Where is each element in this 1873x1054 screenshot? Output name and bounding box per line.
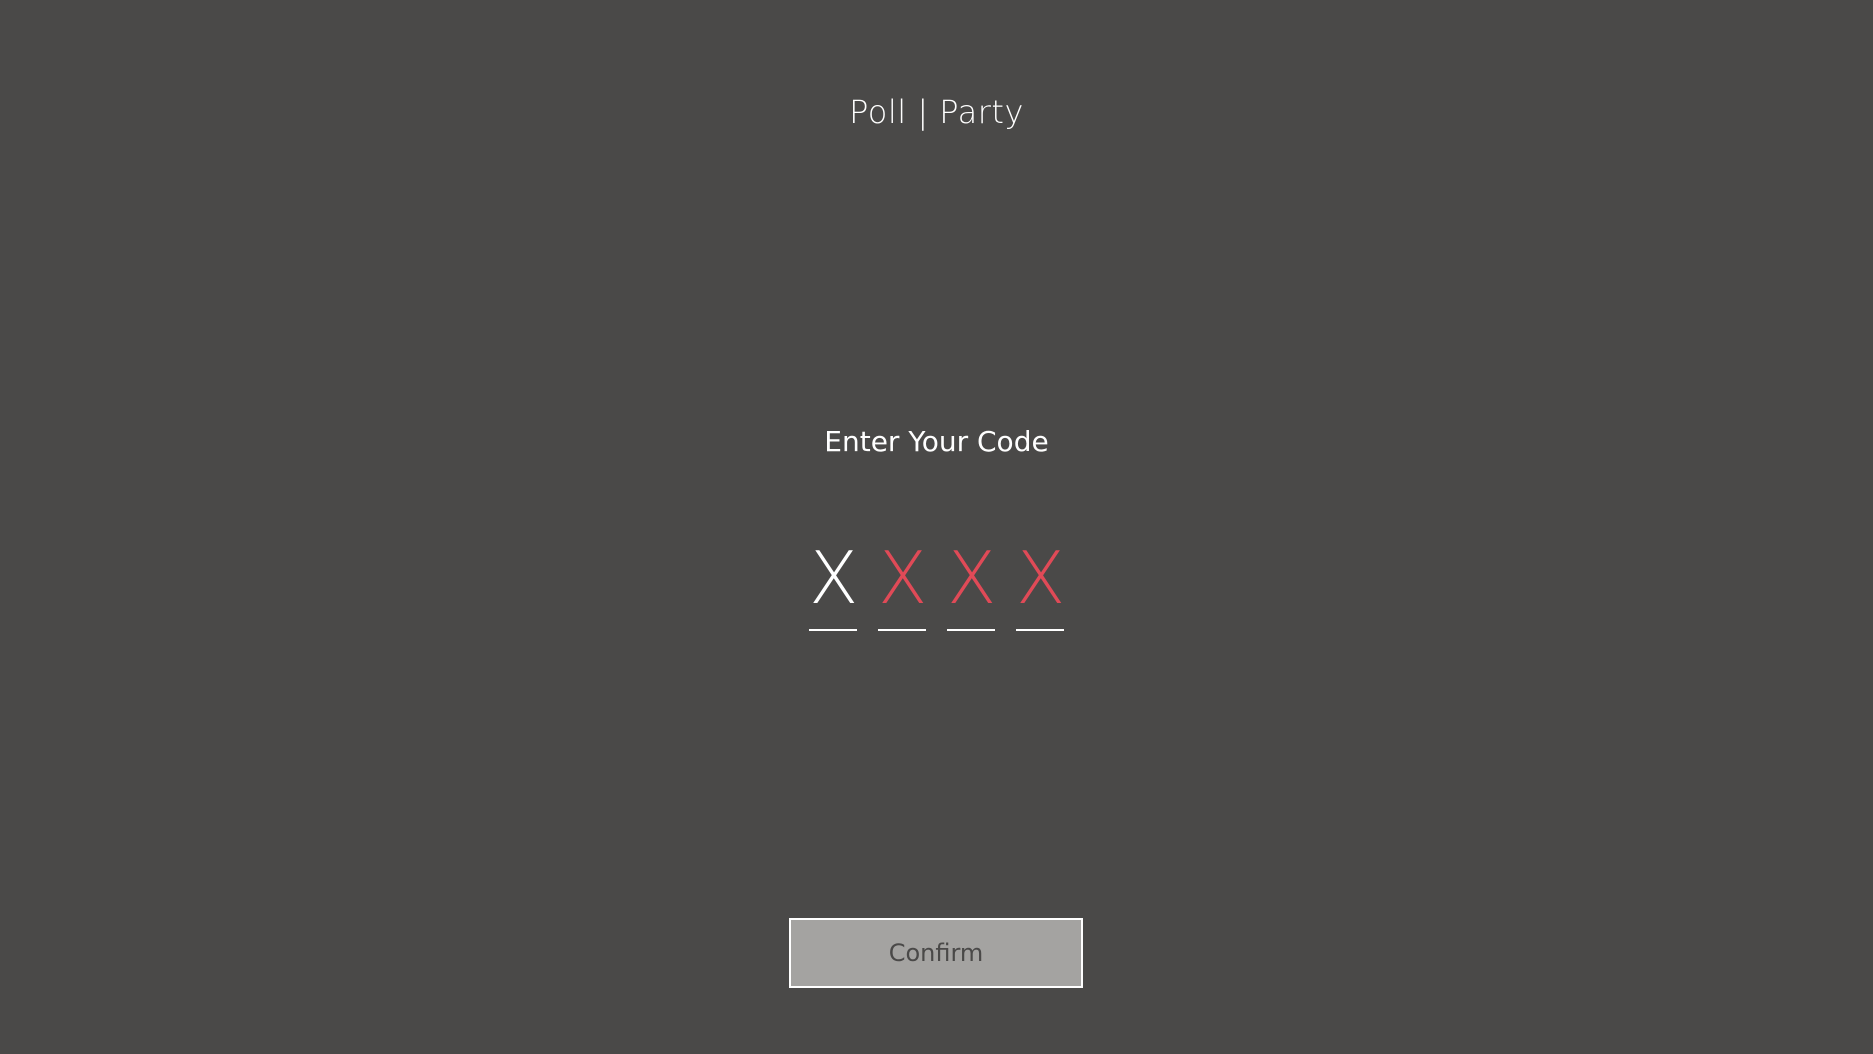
code-slot-1[interactable]: X: [809, 535, 859, 631]
code-char-4: X: [1016, 536, 1066, 620]
app-title: Poll | Party: [849, 93, 1024, 131]
code-underline-4: [1016, 629, 1064, 631]
code-underline-3: [947, 629, 995, 631]
code-slot-2[interactable]: X: [878, 535, 928, 631]
code-underline-1: [809, 629, 857, 631]
code-slot-4[interactable]: X: [1016, 535, 1066, 631]
code-char-2: X: [878, 536, 928, 620]
code-input-group: X X X X: [809, 535, 1066, 631]
code-slot-3[interactable]: X: [947, 535, 997, 631]
code-underline-2: [878, 629, 926, 631]
code-char-1: X: [809, 536, 859, 620]
confirm-button[interactable]: Confirm: [789, 918, 1083, 988]
enter-code-prompt: Enter Your Code: [824, 425, 1049, 458]
code-char-3: X: [947, 536, 997, 620]
poll-party-screen: Poll | Party Enter Your Code X X X X Con…: [0, 0, 1873, 1054]
